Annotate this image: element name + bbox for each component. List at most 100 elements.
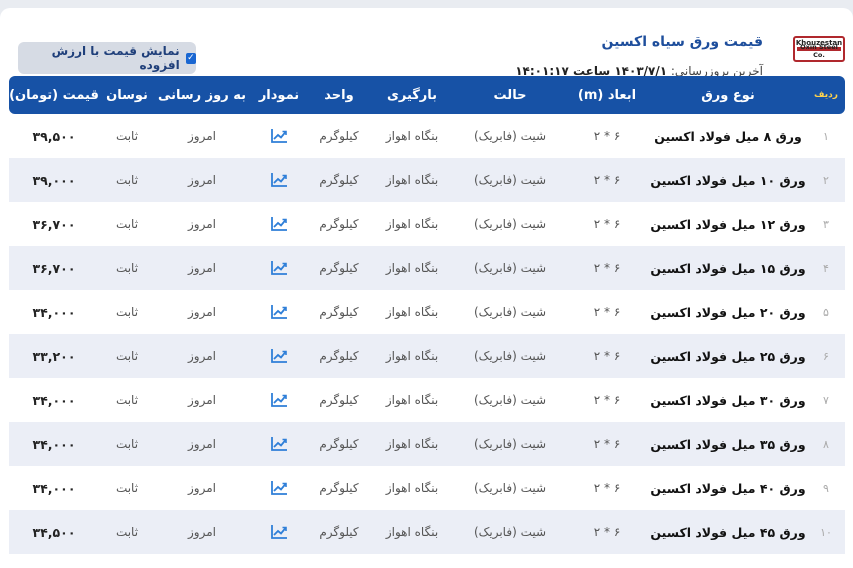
state: شیت (فابریک) (455, 510, 565, 554)
chart-cell (249, 114, 309, 158)
update-status: امروز (155, 158, 249, 202)
loading-place: بنگاه اهواز (385, 481, 439, 495)
chart-cell (249, 158, 309, 202)
row-index: ۲ (807, 158, 845, 202)
chart-trend-icon[interactable] (270, 436, 288, 452)
oxin-logo: Khouzestan Oxin Steel Co. (793, 36, 845, 62)
update-status: امروز (188, 129, 216, 143)
loading-place: بنگاه اهواز (385, 393, 439, 407)
loading-place: بنگاه اهواز (369, 334, 455, 378)
chart-trend-icon[interactable] (270, 260, 288, 276)
price-change: ثابت (99, 422, 155, 466)
chart-trend-icon[interactable] (270, 524, 288, 540)
col-header-unit[interactable]: واحد (309, 76, 369, 114)
col-header-index[interactable]: ردیف (807, 76, 845, 114)
checkbox-checked-icon[interactable]: ✓ (185, 52, 196, 64)
dimensions: ۶ * ۲ (565, 158, 649, 202)
unit: کیلوگرم (309, 246, 369, 290)
price-value: ۳۹,۰۰۰ (9, 158, 99, 202)
chart-trend-icon[interactable] (270, 348, 288, 364)
chart-trend-icon[interactable] (270, 128, 288, 144)
row-index: ۹ (823, 481, 829, 495)
price-change: ثابت (115, 129, 139, 143)
product-name-link[interactable]: ورق ۱۰ میل فولاد اکسین (649, 158, 807, 202)
loading-place: بنگاه اهواز (385, 305, 439, 319)
chart-trend-icon[interactable] (270, 480, 288, 496)
loading-place: بنگاه اهواز (385, 217, 439, 231)
update-status: امروز (188, 393, 216, 407)
col-header-update[interactable]: به روز رسانی (155, 76, 249, 114)
product-name-link[interactable]: ورق ۲۵ میل فولاد اکسین (649, 334, 807, 378)
price-value: ۳۶,۷۰۰ (32, 216, 76, 232)
price-value: ۳۶,۷۰۰ (9, 246, 99, 290)
update-status: امروز (188, 217, 216, 231)
price-value: ۳۴,۵۰۰ (9, 510, 99, 554)
chart-cell (249, 290, 309, 334)
chart-cell (249, 378, 309, 422)
table-header-row: ردیف نوع ورق ابعاد (m) حالت بارگیری واحد… (9, 76, 845, 114)
product-name-link[interactable]: ورق ۱۵ میل فولاد اکسین (649, 246, 807, 290)
row-index: ۱ (823, 129, 829, 143)
price-value: ۳۹,۵۰۰ (32, 128, 76, 144)
product-name-link[interactable]: ورق ۴۵ میل فولاد اکسین (649, 510, 807, 554)
unit: کیلوگرم (319, 129, 359, 143)
state: شیت (فابریک) (455, 334, 565, 378)
chart-trend-icon[interactable] (270, 216, 288, 232)
update-status: امروز (155, 246, 249, 290)
dimensions: ۶ * ۲ (565, 334, 649, 378)
table-body: ۱ ورق ۸ میل فولاد اکسین ۶ * ۲ شیت (فابری… (9, 114, 845, 554)
loading-place: بنگاه اهواز (369, 158, 455, 202)
chart-trend-icon[interactable] (270, 304, 288, 320)
price-change: ثابت (99, 246, 155, 290)
product-name-link[interactable]: ورق ۸ میل فولاد اکسین (649, 114, 807, 158)
dimensions: ۶ * ۲ (593, 481, 621, 495)
update-status: امروز (188, 481, 216, 495)
product-name-link[interactable]: ورق ۳۵ میل فولاد اکسین (649, 422, 807, 466)
col-header-loading[interactable]: بارگیری (369, 76, 455, 114)
price-value: ۳۴,۰۰۰ (32, 304, 76, 320)
product-name-link[interactable]: ورق ۳۰ میل فولاد اکسین (649, 378, 807, 422)
chart-cell (249, 202, 309, 246)
price-change: ثابت (115, 481, 139, 495)
price-change: ثابت (115, 217, 139, 231)
chart-cell (249, 510, 309, 554)
chart-cell (249, 466, 309, 510)
col-header-change[interactable]: نوسان (99, 76, 155, 114)
update-status: امروز (155, 334, 249, 378)
dimensions: ۶ * ۲ (565, 422, 649, 466)
update-status: امروز (188, 305, 216, 319)
update-status: امروز (155, 510, 249, 554)
row-index: ۱۰ (807, 510, 845, 554)
row-index: ۳ (823, 217, 829, 231)
chart-cell (249, 246, 309, 290)
unit: کیلوگرم (309, 334, 369, 378)
table-row: ۸ ورق ۳۵ میل فولاد اکسین ۶ * ۲ شیت (فابر… (9, 422, 845, 466)
col-header-price[interactable]: قیمت (تومان) (9, 76, 99, 114)
chart-trend-icon[interactable] (270, 392, 288, 408)
price-table: ردیف نوع ورق ابعاد (m) حالت بارگیری واحد… (9, 76, 845, 554)
state: شیت (فابریک) (455, 422, 565, 466)
dimensions: ۶ * ۲ (593, 217, 621, 231)
unit: کیلوگرم (319, 217, 359, 231)
col-header-state[interactable]: حالت (455, 76, 565, 114)
unit: کیلوگرم (319, 481, 359, 495)
chart-trend-icon[interactable] (270, 172, 288, 188)
col-header-chart[interactable]: نمودار (249, 76, 309, 114)
loading-place: بنگاه اهواز (385, 129, 439, 143)
col-header-name[interactable]: نوع ورق (649, 76, 807, 114)
state: شیت (فابریک) (473, 217, 547, 231)
product-name-link[interactable]: ورق ۲۰ میل فولاد اکسین (649, 290, 807, 334)
product-name-link[interactable]: ورق ۴۰ میل فولاد اکسین (649, 466, 807, 510)
unit: کیلوگرم (319, 393, 359, 407)
loading-place: بنگاه اهواز (369, 422, 455, 466)
unit: کیلوگرم (309, 422, 369, 466)
product-name-link[interactable]: ورق ۱۲ میل فولاد اکسین (649, 202, 807, 246)
price-value: ۳۴,۰۰۰ (32, 392, 76, 408)
dimensions: ۶ * ۲ (565, 510, 649, 554)
dimensions: ۶ * ۲ (565, 246, 649, 290)
vat-toggle[interactable]: ✓ نمایش قیمت با ارزش افزوده (18, 42, 196, 74)
unit: کیلوگرم (309, 510, 369, 554)
price-change: ثابت (115, 305, 139, 319)
state: شیت (فابریک) (473, 481, 547, 495)
col-header-dims[interactable]: ابعاد (m) (565, 76, 649, 114)
